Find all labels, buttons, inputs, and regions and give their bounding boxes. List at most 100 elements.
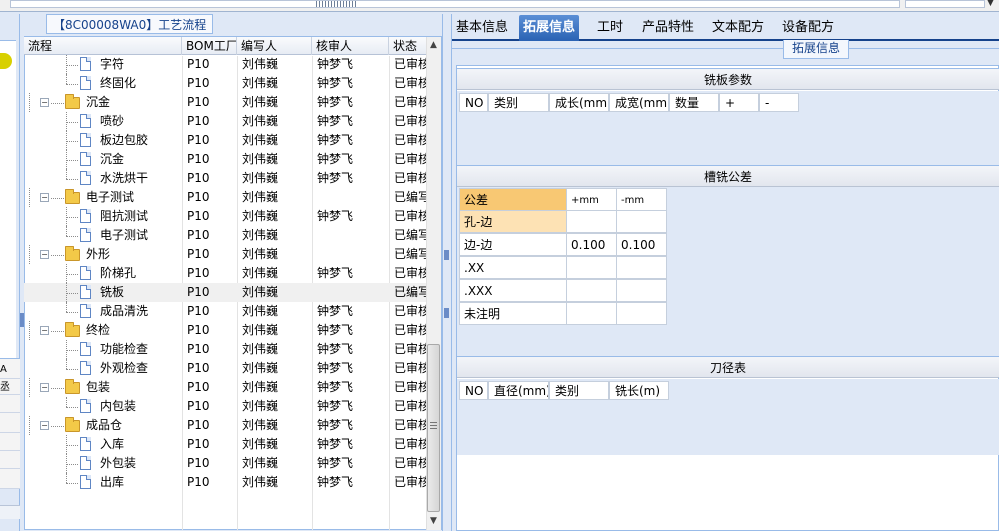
tab-5[interactable]: 设备配方	[778, 16, 838, 40]
tree-line	[66, 226, 67, 236]
table-row[interactable]: 外观检查 P10 刘伟巍 钟梦飞 已审核	[24, 359, 426, 378]
milling-column-header[interactable]: -	[759, 93, 799, 112]
table-row[interactable]: 板边包胶 P10 刘伟巍 钟梦飞 已审核	[24, 131, 426, 150]
slot-tolerance-header: 槽铣公差	[457, 165, 999, 187]
row-label: 水洗烘干	[100, 171, 149, 185]
tolerance-plus-input[interactable]	[566, 302, 617, 325]
scroll-down-arrow-icon[interactable]: ▼	[426, 514, 441, 529]
top-scrollbar[interactable]	[10, 0, 900, 8]
tree-line	[66, 312, 78, 313]
row-label: 包装	[86, 380, 111, 394]
row-status: 已审核	[394, 399, 426, 413]
tolerance-minus-input[interactable]	[616, 210, 667, 233]
row-status: 已审核	[394, 342, 426, 356]
row-status: 已审核	[394, 76, 426, 90]
milling-column-header[interactable]: 数量	[669, 93, 719, 112]
document-icon	[80, 456, 91, 470]
table-row[interactable]: 功能检查 P10 刘伟巍 钟梦飞 已审核	[24, 340, 426, 359]
scroll-grip-icon[interactable]	[430, 422, 437, 430]
table-row[interactable]: 成品清洗 P10 刘伟巍 钟梦飞 已审核	[24, 302, 426, 321]
tree-line	[66, 74, 67, 84]
document-icon	[80, 266, 91, 280]
splitter-arrow-icon[interactable]	[444, 250, 449, 260]
table-row[interactable]: 水洗烘干 P10 刘伟巍 钟梦飞 已审核	[24, 169, 426, 188]
folder-icon	[65, 417, 80, 432]
tool-column-header[interactable]: 铣长(m)	[609, 381, 669, 400]
tool-column-header[interactable]: NO	[459, 381, 488, 400]
table-row[interactable]: 喷砂 P10 刘伟巍 钟梦飞 已审核	[24, 112, 426, 131]
tree-line	[66, 445, 78, 446]
splitter-arrow-icon[interactable]	[444, 308, 449, 318]
column-header-flow[interactable]: 流程	[24, 37, 182, 55]
tree-line	[29, 245, 30, 264]
scroll-up-arrow-icon[interactable]: ▲	[426, 38, 441, 53]
tolerance-plus-input[interactable]	[566, 279, 617, 302]
top-dropdown[interactable]	[905, 0, 985, 8]
row-bom: P10	[187, 361, 210, 375]
milling-column-header[interactable]: 成宽(mm)	[609, 93, 669, 112]
milling-column-header[interactable]: NO	[459, 93, 488, 112]
tolerance-minus-input[interactable]	[616, 256, 667, 279]
table-row[interactable]: − 包装 P10 刘伟巍 钟梦飞 已审核	[24, 378, 426, 397]
chevron-down-icon[interactable]: ▼	[987, 0, 994, 8]
tolerance-minus-input[interactable]	[616, 302, 667, 325]
table-row[interactable]: 阶梯孔 P10 刘伟巍 钟梦飞 已审核	[24, 264, 426, 283]
tree-line	[51, 426, 64, 427]
collapse-toggle-icon[interactable]: −	[40, 98, 49, 107]
collapse-toggle-icon[interactable]: −	[40, 193, 49, 202]
tree-line	[66, 169, 67, 179]
sub-tab-extended-info[interactable]: 拓展信息	[783, 40, 850, 59]
table-row[interactable]: − 沉金 P10 刘伟巍 钟梦飞 已审核	[24, 93, 426, 112]
collapse-toggle-icon[interactable]: −	[40, 250, 49, 259]
row-status: 已审核	[394, 418, 426, 432]
tab-4[interactable]: 文本配方	[708, 16, 768, 40]
table-row[interactable]: 外包装 P10 刘伟巍 钟梦飞 已审核	[24, 454, 426, 473]
table-row[interactable]: 内包装 P10 刘伟巍 钟梦飞 已审核	[24, 397, 426, 416]
row-author: 刘伟巍	[242, 418, 279, 432]
tolerance-plus-input[interactable]	[566, 256, 617, 279]
collapse-toggle-icon[interactable]: −	[40, 326, 49, 335]
scroll-grip-icon[interactable]	[316, 1, 356, 7]
row-reviewer: 钟梦飞	[317, 418, 354, 432]
table-row[interactable]: 阻抗测试 P10 刘伟巍 钟梦飞 已审核	[24, 207, 426, 226]
tab-0[interactable]: 基本信息	[452, 16, 512, 40]
milling-column-header[interactable]: +	[719, 93, 759, 112]
collapse-toggle-icon[interactable]: −	[40, 383, 49, 392]
tolerance-minus-input[interactable]: 0.100	[616, 233, 667, 256]
column-header-status[interactable]: 状态	[389, 37, 428, 55]
tolerance-minus-input[interactable]	[616, 279, 667, 302]
tab-3[interactable]: 产品特性	[638, 16, 698, 40]
table-row[interactable]: 入库 P10 刘伟巍 钟梦飞 已审核	[24, 435, 426, 454]
tool-column-header[interactable]: 类别	[549, 381, 609, 400]
row-reviewer: 钟梦飞	[317, 380, 354, 394]
row-reviewer: 钟梦飞	[317, 342, 354, 356]
tolerance-plus-input[interactable]: 0.100	[566, 233, 617, 256]
table-row[interactable]: − 成品仓 P10 刘伟巍 钟梦飞 已审核	[24, 416, 426, 435]
table-row[interactable]: 字符 P10 刘伟巍 钟梦飞 已审核	[24, 55, 426, 74]
tab-2[interactable]: 工时	[593, 16, 627, 40]
tolerance-plus-input[interactable]	[566, 210, 617, 233]
table-row[interactable]: 铣板 P10 刘伟巍 已编写	[24, 283, 426, 302]
panel-splitter[interactable]	[442, 14, 452, 531]
table-row[interactable]: − 终检 P10 刘伟巍 钟梦飞 已审核	[24, 321, 426, 340]
tab-1[interactable]: 拓展信息	[519, 15, 580, 41]
table-row[interactable]: 终固化 P10 刘伟巍 钟梦飞 已审核	[24, 74, 426, 93]
folder-icon	[65, 379, 80, 394]
column-header-bom[interactable]: BOM工厂	[182, 37, 237, 55]
table-row[interactable]: 出库 P10 刘伟巍 钟梦飞 已审核	[24, 473, 426, 492]
tree-line	[51, 103, 64, 104]
milling-column-header[interactable]: 类别	[488, 93, 549, 112]
left-hscrollbar[interactable]	[0, 505, 20, 519]
column-header-author[interactable]: 编写人	[237, 37, 312, 55]
table-row[interactable]: 沉金 P10 刘伟巍 钟梦飞 已审核	[24, 150, 426, 169]
row-bom: P10	[187, 209, 210, 223]
tree-line	[66, 274, 78, 275]
milling-column-header[interactable]: 成长(mm)	[549, 93, 609, 112]
table-row[interactable]: − 外形 P10 刘伟巍 已编写	[24, 245, 426, 264]
table-row[interactable]: 电子测试 P10 刘伟巍 已编写	[24, 226, 426, 245]
table-row[interactable]: − 电子测试 P10 刘伟巍 已编写	[24, 188, 426, 207]
tool-column-header[interactable]: 直径(mm)	[488, 381, 549, 400]
column-header-reviewer[interactable]: 核审人	[312, 37, 389, 55]
collapse-toggle-icon[interactable]: −	[40, 421, 49, 430]
row-status: 已审核	[394, 114, 426, 128]
